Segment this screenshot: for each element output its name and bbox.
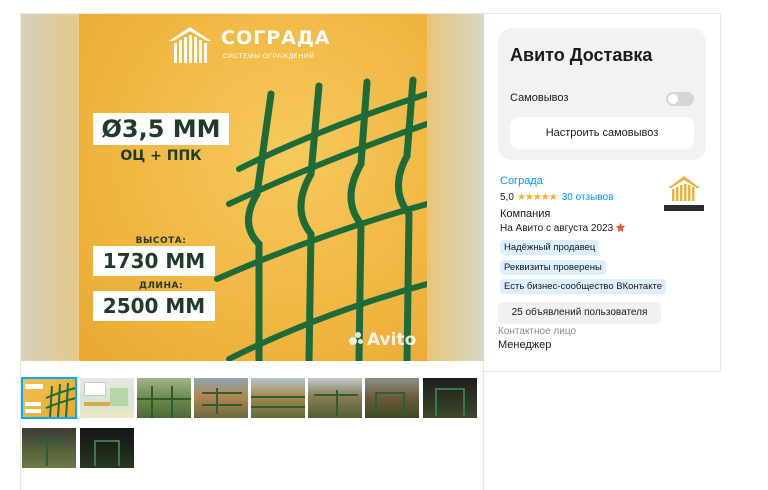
seller-rating: 5,0 ★★★★★ 30 отзывов [500, 192, 613, 203]
seller-name-link[interactable]: Соградa [500, 175, 543, 187]
contact-person-label: Контактное лицо [498, 326, 577, 337]
leaf-icon [616, 223, 626, 232]
setup-pickup-button[interactable]: Настроить самовывоз [510, 117, 694, 149]
photo-blur-right [427, 14, 485, 361]
thumbnail-3[interactable] [137, 378, 191, 418]
product-poster: СОГРАДА СИСТЕМЫ ОГРАЖДЕНИЙ Ø3,5 ММ ОЦ + … [79, 14, 427, 361]
badge-details-verified: Реквизиты проверены [500, 260, 606, 275]
toggle-knob [668, 94, 678, 104]
rating-value: 5,0 [500, 192, 514, 203]
fence-panel-illustration [214, 76, 427, 361]
fence-posts [245, 76, 417, 361]
photo-gallery: СОГРАДА СИСТЕМЫ ОГРАЖДЕНИЙ Ø3,5 ММ ОЦ + … [20, 13, 485, 490]
thumbnail-1[interactable] [21, 377, 77, 419]
thumbnail-7[interactable] [365, 378, 419, 418]
seller-since: На Авито с августа 2023 [500, 223, 626, 234]
seller-since-text: На Авито с августа 2023 [500, 223, 614, 234]
reviews-link[interactable]: 30 отзывов [562, 192, 614, 203]
main-photo[interactable]: СОГРАДА СИСТЕМЫ ОГРАЖДЕНИЙ Ø3,5 ММ ОЦ + … [21, 14, 485, 361]
thumbnail-9[interactable] [22, 428, 76, 468]
listing-page: СОГРАДА СИСТЕМЫ ОГРАЖДЕНИЙ Ø3,5 ММ ОЦ + … [0, 0, 768, 490]
thumbnail-fence-icon [25, 382, 76, 418]
pickup-label: Самовывоз [510, 92, 569, 104]
thumbnail-2[interactable] [80, 378, 134, 418]
badge-vk-community[interactable]: Есть бизнес-сообщество ВКонтакте [500, 279, 667, 294]
pickup-toggle[interactable] [666, 92, 694, 106]
contact-person-value: Менеджер [498, 339, 552, 351]
user-ads-button[interactable]: 25 объявлений пользователя [498, 302, 661, 324]
thumbnail-4[interactable] [194, 378, 248, 418]
brand-house-icon [169, 27, 211, 63]
badge-trusted-seller: Надёжный продавец [500, 240, 600, 255]
brand-logo: СОГРАДА СИСТЕМЫ ОГРАЖДЕНИЙ [167, 25, 339, 65]
avito-watermark-text: Avito [367, 330, 417, 350]
thumbnail-5[interactable] [251, 378, 305, 418]
seller-sidebar: Авито Доставка Самовывоз Настроить самов… [484, 13, 721, 372]
brand-subtitle: СИСТЕМЫ ОГРАЖДЕНИЙ [223, 53, 315, 60]
length-value: 2500 ММ [93, 291, 215, 321]
seller-logo[interactable] [662, 174, 706, 218]
avito-dots-icon [349, 332, 365, 346]
rating-stars-icon: ★★★★★ [516, 192, 558, 203]
photo-blur-left [21, 14, 79, 361]
delivery-title: Авито Доставка [510, 45, 653, 65]
height-value: 1730 ММ [93, 246, 215, 276]
avito-watermark: Avito [349, 330, 416, 350]
brand-title: СОГРАДА [221, 27, 331, 49]
avito-delivery-card: Авито Доставка Самовывоз Настроить самов… [498, 28, 706, 160]
thumbnail-8[interactable] [423, 378, 477, 418]
thumbnail-6[interactable] [308, 378, 362, 418]
thumbnail-10[interactable] [80, 428, 134, 468]
seller-type: Компания [500, 208, 551, 220]
